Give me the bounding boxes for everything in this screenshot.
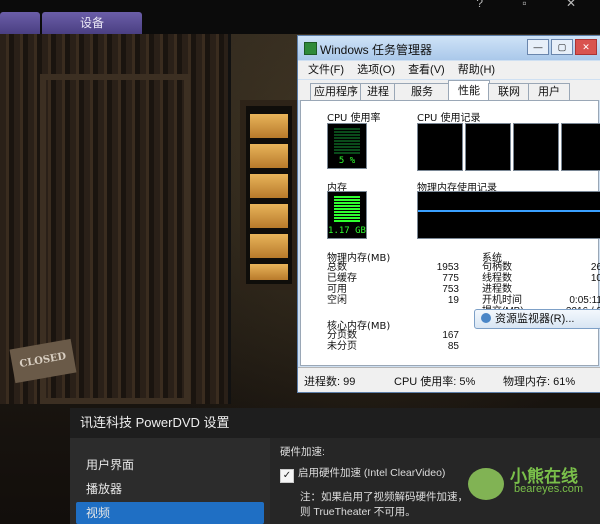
list-item: 进程数 bbox=[482, 284, 512, 295]
menu-file[interactable]: 文件(F) bbox=[308, 61, 344, 79]
tab-left[interactable] bbox=[0, 12, 40, 34]
cpu-usage-value: 5 % bbox=[338, 156, 356, 166]
hw-accel-label: 启用硬件加速 (Intel ClearVideo) bbox=[298, 467, 446, 479]
minimize-button[interactable]: — bbox=[527, 39, 549, 55]
task-manager-window: Windows 任务管理器 — ▢ ✕ 文件(F) 选项(O) 查看(V) 帮助(H… bbox=[297, 35, 600, 393]
tab-performance[interactable]: 性能 bbox=[448, 80, 490, 101]
physical-memory-table: 总数 1953 已缓存 775 可用 753 空闲 19 bbox=[327, 262, 459, 306]
status-cpu: CPU 使用率: 5% bbox=[394, 376, 476, 388]
cpu-history-graph-3 bbox=[513, 123, 559, 171]
bear-logo-icon bbox=[468, 468, 504, 500]
title-bar[interactable]: Windows 任务管理器 — ▢ ✕ bbox=[298, 36, 600, 60]
menu-bar: 文件(F) 选项(O) 查看(V) 帮助(H) bbox=[298, 61, 600, 79]
tab-users[interactable]: 用户 bbox=[528, 83, 570, 100]
tab-services[interactable]: 服务 bbox=[394, 83, 450, 100]
cpu-history-graph-2 bbox=[465, 123, 511, 171]
menu-help[interactable]: 帮助(H) bbox=[458, 61, 495, 79]
cpu-history-graph-4 bbox=[561, 123, 600, 171]
tab-device[interactable]: 设备 bbox=[42, 12, 142, 34]
tab-strip: 应用程序 进程 服务 性能 联网 用户 bbox=[298, 80, 600, 101]
maximize-button[interactable]: ▢ bbox=[551, 39, 573, 55]
status-memory: 物理内存: 61% bbox=[503, 376, 576, 388]
nav-item-user-interface[interactable]: 用户界面 bbox=[76, 454, 264, 476]
cpu-history-graph-1 bbox=[417, 123, 463, 171]
list-item: 总数 1953 bbox=[327, 262, 459, 273]
tab-networking[interactable]: 联网 bbox=[488, 83, 530, 100]
list-item: 开机时间 0:05:11 bbox=[482, 295, 600, 306]
list-item: 可用 753 bbox=[327, 284, 459, 295]
status-bar: 进程数: 99 CPU 使用率: 5% 物理内存: 61% bbox=[298, 367, 600, 392]
memory-meter: 1.17 GB bbox=[327, 191, 367, 239]
kernel-memory-table: 分页数 167 未分页 85 bbox=[327, 330, 459, 352]
cpu-history-label: CPU 使用记录 bbox=[417, 113, 481, 124]
cpu-usage-label: CPU 使用率 bbox=[327, 113, 381, 124]
window-title: Windows 任务管理器 bbox=[320, 43, 433, 57]
monitor-icon bbox=[481, 313, 491, 323]
lit-window-image bbox=[240, 100, 298, 290]
memory-value: 1.17 GB bbox=[328, 226, 366, 236]
status-processes: 进程数: 99 bbox=[304, 376, 356, 388]
nav-item-player[interactable]: 播放器 bbox=[76, 478, 264, 500]
list-item: 已缓存 775 bbox=[327, 273, 459, 284]
list-item: 句柄数 26 bbox=[482, 262, 600, 273]
resource-monitor-button[interactable]: 资源监视器(R)... bbox=[474, 309, 600, 329]
window-controls[interactable]: ? ▫ ✕ bbox=[476, 0, 594, 10]
task-manager-icon bbox=[304, 42, 317, 55]
watermark-url: beareyes.com bbox=[514, 483, 584, 495]
list-item: 分页数 167 bbox=[327, 330, 459, 341]
tab-applications[interactable]: 应用程序 bbox=[310, 83, 362, 100]
note-line-2: 则 TrueTheater 不可用。 bbox=[300, 506, 416, 518]
list-item: 未分页 85 bbox=[327, 341, 459, 352]
list-item: 线程数 10 bbox=[482, 273, 600, 284]
menu-view[interactable]: 查看(V) bbox=[408, 61, 445, 79]
hw-accel-checkbox[interactable]: ✓ bbox=[280, 469, 294, 483]
door-image: CLOSED bbox=[0, 34, 231, 404]
top-bar: 设备 ? ▫ ✕ bbox=[0, 0, 600, 34]
settings-nav: 用户界面 播放器 视频 bbox=[70, 438, 270, 524]
tab-processes[interactable]: 进程 bbox=[360, 83, 396, 100]
dialog-title: 讯连科技 PowerDVD 设置 bbox=[70, 408, 600, 438]
menu-options[interactable]: 选项(O) bbox=[357, 61, 395, 79]
list-item: 空闲 19 bbox=[327, 295, 459, 306]
memory-history-graph bbox=[417, 191, 600, 239]
cpu-usage-meter: 5 % bbox=[327, 123, 367, 169]
close-button[interactable]: ✕ bbox=[575, 39, 597, 55]
nav-item-video[interactable]: 视频 bbox=[76, 502, 264, 524]
hw-accel-heading: 硬件加速: bbox=[280, 446, 325, 458]
